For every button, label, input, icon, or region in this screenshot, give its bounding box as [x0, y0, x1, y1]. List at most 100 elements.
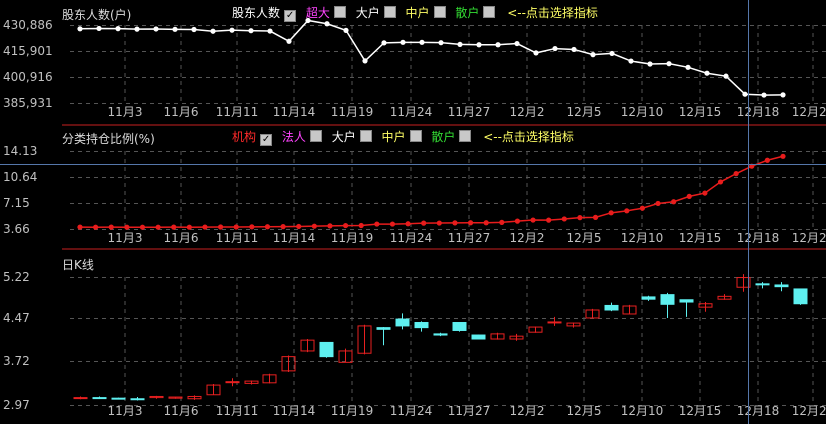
candle-up — [225, 381, 240, 384]
holders-point — [761, 92, 767, 98]
holders-point — [476, 42, 482, 48]
filter-medium[interactable]: 中户 — [382, 130, 428, 144]
y-tick-label: 430,886 — [3, 18, 53, 32]
holders-point — [419, 39, 425, 45]
holders-point — [191, 26, 197, 33]
filter-label: 大户 — [331, 130, 356, 144]
indicator-hint: <--点击选择指标 — [507, 6, 598, 20]
ratio-point — [342, 222, 349, 229]
filter-label: 大户 — [355, 6, 380, 20]
holders-point — [533, 50, 539, 56]
checkbox-checked[interactable]: ✓ — [284, 10, 297, 22]
ratio-line — [79, 155, 784, 228]
checkbox[interactable] — [359, 130, 372, 142]
ratio-point — [639, 205, 646, 211]
x-tick-label: 11月24 — [390, 231, 433, 245]
checkbox[interactable] — [433, 6, 446, 18]
candle-down — [452, 322, 467, 331]
ratio-point — [327, 223, 333, 229]
crosshair — [0, 0, 826, 424]
x-tick-label: 11月6 — [164, 231, 199, 245]
x-tick-label: 11月14 — [273, 105, 316, 119]
x-tick-label: 12月10 — [621, 404, 664, 418]
filter-large[interactable]: 大户 — [332, 130, 378, 144]
ratio-point — [77, 224, 83, 230]
x-tick-label: 12月15 — [679, 231, 722, 245]
holders-panel-title: 股东人数(户) — [62, 8, 132, 22]
holders-point — [628, 58, 634, 64]
checkbox-checked[interactable]: ✓ — [260, 134, 273, 146]
ratio-point — [186, 224, 192, 230]
ratio-point — [561, 216, 567, 222]
x-tick-label: 12月18 — [737, 231, 780, 245]
x-tick-label: 11月3 — [108, 231, 143, 245]
checkbox[interactable] — [483, 6, 496, 18]
x-tick-label: 11月24 — [390, 105, 433, 119]
holders-point — [229, 27, 235, 33]
kline-panel-title: 日K线 — [62, 258, 94, 272]
candle-down — [755, 283, 770, 286]
holders-point — [343, 27, 349, 33]
checkbox[interactable] — [333, 6, 346, 18]
ratio-point — [436, 220, 442, 226]
filter-medium[interactable]: 中户 — [406, 6, 452, 20]
candle-down — [641, 296, 656, 300]
checkbox[interactable] — [459, 130, 472, 142]
checkbox[interactable] — [309, 130, 322, 142]
candle-down — [376, 327, 391, 330]
x-tick-label: 12月15 — [679, 105, 722, 119]
ratio-point — [483, 220, 489, 226]
filter-label: 股东人数 — [232, 6, 281, 20]
filter-legal-person[interactable]: 法人 — [282, 130, 328, 144]
ratio-point — [671, 199, 677, 205]
x-tick-label: 12月23 — [792, 404, 826, 418]
x-tick-label: 12月2 — [510, 105, 545, 119]
ratio-point — [733, 171, 739, 177]
holders-point — [742, 91, 748, 97]
holders-point — [96, 25, 102, 32]
holders-point — [153, 26, 159, 32]
checkbox[interactable] — [383, 6, 396, 18]
y-tick-label: 4.47 — [3, 311, 30, 325]
holders-point — [381, 40, 387, 46]
ratio-point — [93, 224, 99, 230]
x-tick-label: 12月5 — [567, 105, 602, 119]
filter-holders-total[interactable]: 股东人数 ✓ — [232, 6, 302, 22]
indicator-hint: <--点击选择指标 — [483, 130, 574, 144]
ratio-point — [155, 224, 161, 230]
filter-large[interactable]: 大户 — [356, 6, 402, 20]
ratio-point — [421, 220, 427, 226]
y-tick-label: 415,901 — [3, 44, 53, 58]
x-tick-label: 11月19 — [331, 231, 374, 245]
ratio-point — [577, 215, 583, 221]
y-tick-label: 385,931 — [3, 96, 53, 110]
x-tick-label: 11月6 — [164, 105, 199, 119]
ratio-point — [171, 224, 177, 230]
x-tick-label: 12月2 — [510, 404, 545, 418]
ratio-point — [764, 157, 770, 163]
filter-super-large[interactable]: 超大 — [306, 6, 352, 20]
ratio-panel-title: 分类持仓比例(%) — [62, 132, 155, 146]
ratio-point — [389, 221, 396, 227]
checkbox[interactable] — [409, 130, 422, 142]
x-tick-label: 11月27 — [448, 404, 491, 418]
filter-retail[interactable]: 散户 — [455, 6, 501, 20]
filter-label: 超大 — [305, 6, 330, 20]
x-tick-label: 11月3 — [108, 404, 143, 418]
holders-point — [286, 38, 292, 44]
ratio-point — [296, 223, 302, 230]
ratio-point — [405, 221, 411, 227]
ratio-point — [546, 217, 552, 223]
y-tick-label: 400,916 — [3, 70, 53, 84]
filter-label: 法人 — [281, 130, 306, 144]
ratio-point — [608, 210, 614, 216]
filter-institution[interactable]: 机构 ✓ — [232, 130, 278, 146]
filter-retail[interactable]: 散户 — [431, 130, 477, 144]
candle-down — [471, 334, 486, 340]
x-tick-label: 11月11 — [216, 404, 259, 418]
holders-filter-bar: 股东人数 ✓ 超大 大户 中户 散户 <--点击选择指标 — [232, 6, 598, 22]
candle-down — [92, 397, 107, 400]
holders-point — [704, 70, 710, 76]
ratio-point — [452, 220, 458, 226]
x-tick-label: 12月18 — [737, 105, 780, 119]
